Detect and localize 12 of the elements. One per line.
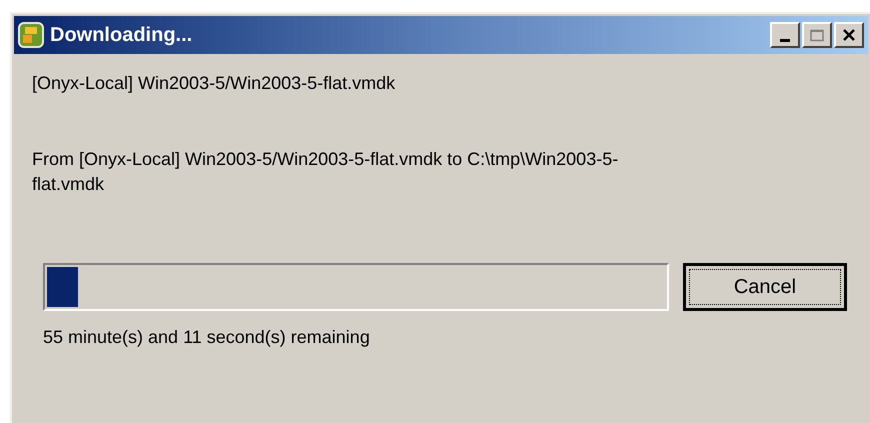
source-path: [Onyx-Local] Win2003-5/Win2003-5-flat.vmdk (32, 72, 396, 95)
window-title: Downloading... (50, 23, 192, 48)
close-icon (843, 29, 855, 41)
maximize-icon (810, 28, 824, 42)
maximize-button[interactable] (802, 22, 832, 48)
minimize-icon (780, 39, 790, 42)
time-remaining: 55 minute(s) and 11 second(s) remaining (42, 326, 371, 349)
cancel-button[interactable]: Cancel (683, 263, 847, 311)
minimize-button[interactable] (770, 22, 800, 48)
app-icon (18, 22, 44, 48)
close-button[interactable] (834, 22, 864, 48)
transfer-description: From [Onyx-Local] Win2003-5/Win2003-5-flat.vmdk to C:\tmp\Win2003-5-flat.vmdk (32, 148, 620, 196)
